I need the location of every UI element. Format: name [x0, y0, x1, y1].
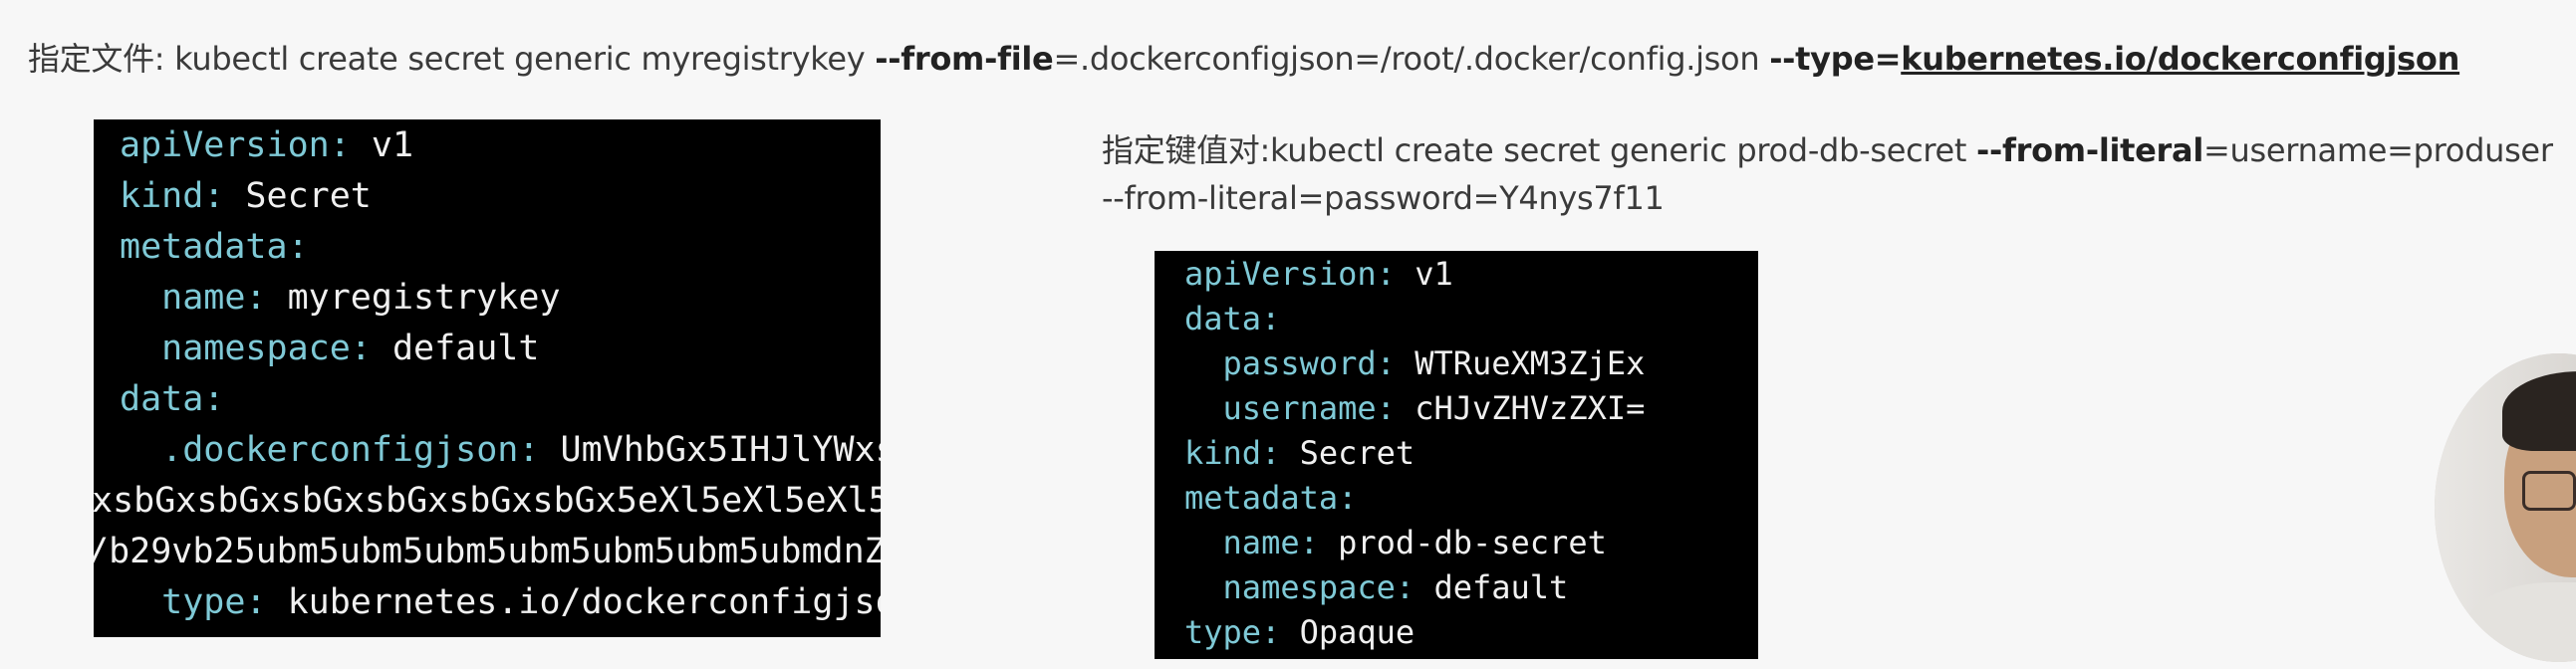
yaml-value: v1 [350, 125, 414, 165]
code-line: xsbGxsbGxsbGxsbGxsbGxsbGx5eXl5eXl5eXl5 [94, 481, 881, 521]
yaml-value: cHJvZHVzZXI= [1395, 389, 1646, 427]
code-block-db-secret: apiVersion: v1 data: password: WTRueXM3Zj… [1155, 251, 1758, 659]
from-file-value: =.dockerconfigjson=/root/.docker/config.… [1053, 40, 1770, 78]
code-line: type: kubernetes.io/dockerconfigjson [120, 582, 881, 622]
code-line: apiVersion: v1 [120, 125, 413, 165]
code-line: data: [1184, 300, 1280, 337]
yaml-key: .dockerconfigjson: [120, 430, 540, 470]
yaml-key: namespace: [1184, 568, 1416, 606]
yaml-key: apiVersion: [120, 125, 351, 165]
yaml-key: data: [120, 379, 225, 419]
yaml-value: Secret [1280, 434, 1416, 472]
caption-from-literal: 指定键值对:kubectl create secret generic prod… [1102, 127, 2553, 173]
from-literal-value: =username=produser [2203, 131, 2553, 169]
code-line: data: [120, 379, 224, 419]
type-value: kubernetes.io/dockerconfigjson [1901, 40, 2460, 78]
caption-from-file-prefix: 指定文件: kubectl create secret generic myre… [28, 40, 876, 78]
code-line: namespace: default [120, 329, 539, 368]
yaml-value: v1 [1395, 255, 1453, 293]
from-literal-flag: --from-literal [1976, 131, 2204, 169]
yaml-key: kind: [1184, 434, 1281, 472]
code-block-registry-secret: apiVersion: v1 kind: Secret metadata: name… [94, 119, 881, 637]
yaml-key: kind: [120, 176, 225, 216]
presenter-webcam-avatar [2435, 353, 2576, 662]
yaml-value: WTRueXM3ZjEx [1395, 344, 1646, 382]
from-file-flag: --from-file [875, 40, 1054, 78]
code-line: apiVersion: v1 [1184, 255, 1453, 293]
yaml-value: /b29vb25ubm5ubm5ubm5ubm5ubm5ubm5ubmdnZ [94, 532, 881, 571]
yaml-value: prod-db-secret [1318, 524, 1607, 561]
yaml-key: name: [120, 278, 267, 318]
code-line: name: myregistrykey [120, 278, 561, 318]
yaml-value: default [1415, 568, 1569, 606]
yaml-key: apiVersion: [1184, 255, 1396, 293]
code-line: .dockerconfigjson: UmVhbGx5IHJlYWxseSE [120, 430, 881, 470]
yaml-key: namespace: [120, 329, 372, 368]
code-line: metadata: [1184, 479, 1357, 517]
yaml-key: metadata: [1184, 479, 1358, 517]
caption-from-literal-prefix: 指定键值对:kubectl create secret generic prod… [1102, 131, 1977, 169]
yaml-key: password: [1184, 344, 1396, 382]
code-line: password: WTRueXM3ZjEx [1184, 344, 1646, 382]
yaml-key: metadata: [120, 227, 309, 267]
code-line: type: Opaque [1184, 613, 1415, 651]
yaml-key: name: [1184, 524, 1319, 561]
from-literal-password: --from-literal=password=Y4nys7f11 [1102, 179, 1665, 217]
code-line: /b29vb25ubm5ubm5ubm5ubm5ubm5ubm5ubmdnZ [94, 532, 881, 571]
yaml-key: type: [120, 582, 267, 622]
yaml-value: UmVhbGx5IHJlYWxseSE [560, 430, 882, 470]
yaml-value: xsbGxsbGxsbGxsbGxsbGxsbGx5eXl5eXl5eXl5 [94, 481, 881, 521]
type-flag: --type= [1769, 40, 1902, 78]
yaml-key: type: [1184, 613, 1281, 651]
caption-from-file: 指定文件: kubectl create secret generic myre… [28, 36, 2459, 82]
code-line: namespace: default [1184, 568, 1569, 606]
yaml-key: data: [1184, 300, 1281, 337]
yaml-value: kubernetes.io/dockerconfigjson [266, 582, 881, 622]
yaml-value: Secret [224, 176, 372, 216]
code-line: kind: Secret [120, 176, 372, 216]
yaml-value: Opaque [1280, 613, 1416, 651]
code-line: metadata: [120, 227, 309, 267]
yaml-key: username: [1184, 389, 1396, 427]
code-line: username: cHJvZHVzZXI= [1184, 389, 1646, 427]
yaml-value: myregistrykey [266, 278, 561, 318]
code-line: kind: Secret [1184, 434, 1415, 472]
code-line: name: prod-db-secret [1184, 524, 1607, 561]
caption-from-literal-line2: --from-literal=password=Y4nys7f11 [1102, 175, 1665, 221]
yaml-value: default [371, 329, 540, 368]
